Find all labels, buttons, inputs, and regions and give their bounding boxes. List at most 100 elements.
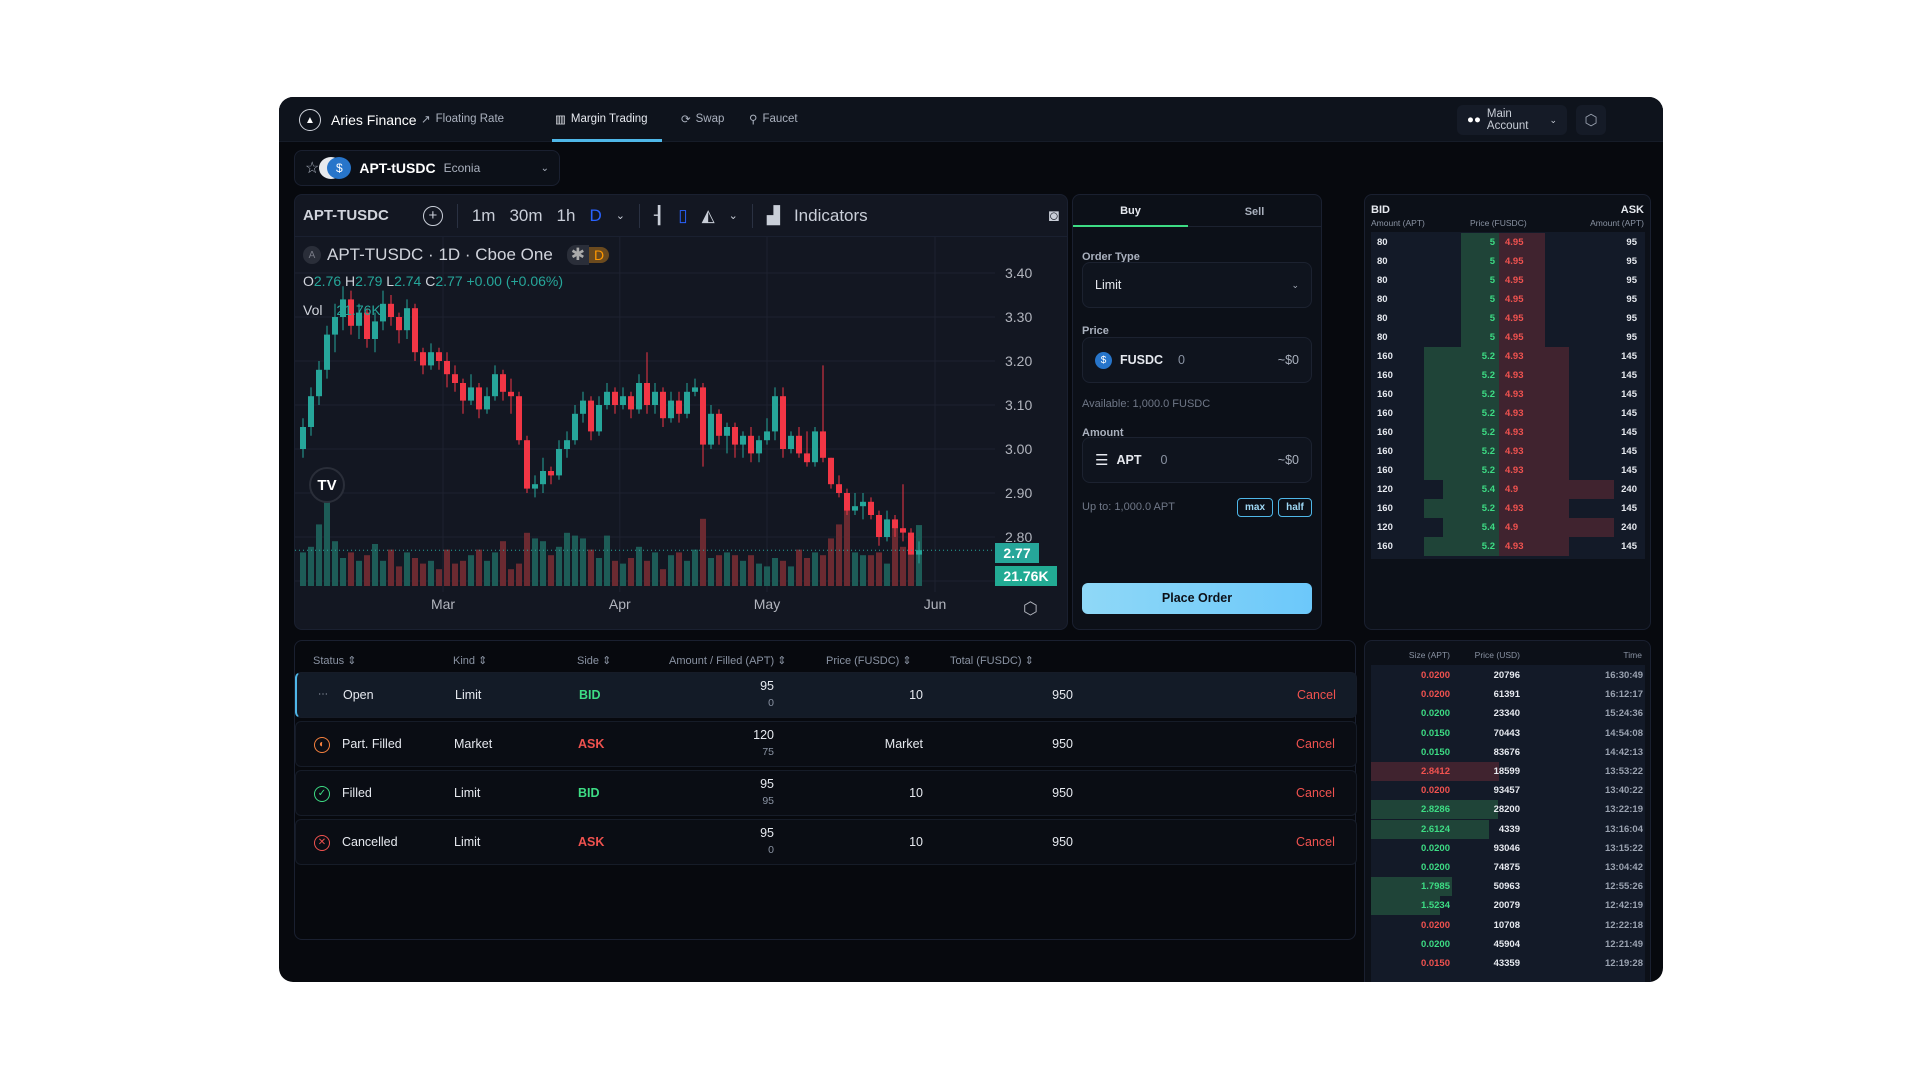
trade-price: 70443: [1493, 727, 1520, 739]
chart-symbol[interactable]: APT-TUSDC: [303, 207, 389, 224]
orderbook-row[interactable]: 80 5 4.95 95: [1371, 233, 1645, 252]
orderbook-row[interactable]: 80 5 4.95 95: [1371, 309, 1645, 328]
add-symbol-icon[interactable]: +: [422, 205, 443, 226]
cancel-button[interactable]: Cancel: [1296, 737, 1335, 751]
orderbook-row[interactable]: 120 5.4 4.9 240: [1371, 480, 1645, 499]
bid-amount: 160: [1377, 351, 1393, 362]
star-icon[interactable]: ☆: [305, 158, 319, 178]
candle-body: [556, 449, 562, 476]
orderbook-row[interactable]: 160 5.2 4.93 145: [1371, 499, 1645, 518]
bid-price: 5: [1489, 294, 1495, 305]
brand[interactable]: ▲ Aries Finance: [299, 109, 417, 131]
volume-bar: [844, 507, 850, 586]
tab-buy[interactable]: Buy: [1073, 195, 1188, 227]
interval-1m[interactable]: 1m: [472, 206, 496, 226]
ask-amount: 145: [1621, 503, 1637, 514]
orderbook-row[interactable]: 120 5.4 4.9 240: [1371, 518, 1645, 537]
nav-faucet[interactable]: ⚲ Faucet: [749, 112, 798, 126]
amount-input[interactable]: ☰ APT 0 ~$0: [1082, 437, 1312, 483]
orderbook-row[interactable]: 160 5.2 4.93 145: [1371, 385, 1645, 404]
order-filled: 75: [762, 746, 774, 758]
tab-sell[interactable]: Sell: [1188, 195, 1321, 227]
place-order-button[interactable]: Place Order: [1082, 583, 1312, 614]
nav-margin-trading[interactable]: ▥ Margin Trading: [555, 112, 648, 126]
interval-30m[interactable]: 30m: [509, 206, 542, 226]
bid-amount: 160: [1377, 541, 1393, 552]
chevron-down-icon[interactable]: ⌄: [729, 209, 738, 222]
snowflake-icon: ✱: [566, 245, 590, 265]
candle-style-icon[interactable]: ▯: [678, 206, 687, 226]
interval-1h[interactable]: 1h: [557, 206, 576, 226]
volume-bar: [348, 552, 354, 586]
volume-bar: [876, 552, 882, 586]
order-row[interactable]: ✓ Filled Limit BID 95 95 10 950 Cancel: [295, 770, 1357, 816]
nav-swap[interactable]: ⟳ Swap: [681, 112, 724, 126]
orderbook-row[interactable]: 160 5.2 4.93 145: [1371, 366, 1645, 385]
orderbook-row[interactable]: 80 5 4.95 95: [1371, 271, 1645, 290]
order-kind: Limit: [455, 688, 482, 702]
tradingview-logo-icon[interactable]: TV: [309, 467, 345, 503]
trade-row: 2.8412 18599 13:53:22: [1371, 762, 1645, 781]
interval-d[interactable]: D: [589, 206, 601, 226]
order-row[interactable]: ✕ Cancelled Limit ASK 95 0 10 950 Cancel: [295, 819, 1357, 865]
volume-bar: [884, 563, 890, 586]
col-label: Amount / Filled (APT): [669, 655, 775, 667]
cancel-button[interactable]: Cancel: [1296, 786, 1335, 800]
chart-settings-icon[interactable]: ⬡: [1023, 599, 1038, 619]
indicators-icon[interactable]: ▟: [767, 206, 780, 226]
cancel-button[interactable]: Cancel: [1296, 835, 1335, 849]
area-style-icon[interactable]: ◭: [702, 206, 715, 226]
col-kind[interactable]: Kind ⇕: [453, 654, 487, 667]
camera-icon[interactable]: ◙: [1049, 206, 1059, 226]
indicators-button[interactable]: Indicators: [794, 206, 1035, 226]
ask-price: 4.93: [1505, 503, 1524, 514]
bar-style-icon[interactable]: ┨: [654, 206, 664, 226]
cancel-button[interactable]: Cancel: [1297, 688, 1336, 702]
ask-price: 4.95: [1505, 256, 1524, 267]
orderbook-row[interactable]: 160 5.2 4.93 145: [1371, 461, 1645, 480]
orderbook-row[interactable]: 160 5.2 4.93 145: [1371, 537, 1645, 556]
account-icon: ●●: [1467, 114, 1481, 126]
price-input[interactable]: $ FUSDC 0 ~$0: [1082, 337, 1312, 383]
candle-body: [668, 400, 674, 419]
max-button[interactable]: max: [1237, 498, 1273, 517]
trade-price: 20079: [1493, 900, 1520, 912]
bid-price: 5: [1489, 275, 1495, 286]
order-row[interactable]: ◐ Part. Filled Market ASK 120 75 Market …: [295, 721, 1357, 767]
price-header: Price (FUSDC): [1470, 218, 1527, 228]
bid-amount: 120: [1377, 484, 1393, 495]
o-label: O: [303, 273, 314, 289]
orderbook-row[interactable]: 160 5.2 4.93 145: [1371, 404, 1645, 423]
price-chart[interactable]: 3.403.303.203.103.002.902.802.70MarAprMa…: [295, 237, 1069, 631]
col-side[interactable]: Side ⇕: [577, 654, 611, 667]
nav-floating-rate[interactable]: ↗ Floating Rate: [421, 112, 504, 126]
orderbook-row[interactable]: 80 5 4.95 95: [1371, 328, 1645, 347]
order-type-select[interactable]: Limit ⌄: [1082, 262, 1312, 308]
order-row[interactable]: ⋯ Open Limit BID 95 0 10 950 Cancel: [295, 672, 1357, 718]
candle-body: [612, 391, 618, 405]
candle-body: [684, 391, 690, 414]
volume-bar: [364, 555, 370, 586]
trade-row: 1.5234 20079 12:42:19: [1371, 896, 1645, 916]
candle-body: [620, 396, 626, 405]
orderbook-row[interactable]: 160 5.2 4.93 145: [1371, 423, 1645, 442]
col-total[interactable]: Total (FUSDC) ⇕: [950, 654, 1034, 667]
orderbook-row[interactable]: 160 5.2 4.93 145: [1371, 347, 1645, 366]
orderbook-row[interactable]: 80 5 4.95 95: [1371, 252, 1645, 271]
bid-amount: 80: [1377, 332, 1388, 343]
order-total: 950: [1052, 786, 1073, 800]
account-selector[interactable]: ●● Main Account ⌄: [1457, 105, 1567, 135]
market-venue: Econia: [443, 161, 481, 175]
market-selector[interactable]: ☆ $ APT-tUSDC Econia ⌄: [294, 150, 560, 186]
orderbook-row[interactable]: 160 5.2 4.93 145: [1371, 442, 1645, 461]
dots-icon: ⋯: [318, 689, 328, 700]
half-button[interactable]: half: [1278, 498, 1312, 517]
chevron-down-icon[interactable]: ⌄: [616, 209, 625, 222]
col-amount[interactable]: Amount / Filled (APT) ⇕: [669, 654, 786, 667]
col-status[interactable]: Status ⇕: [313, 654, 356, 667]
settings-button[interactable]: ⬡: [1576, 105, 1606, 135]
orderbook-row[interactable]: 80 5 4.95 95: [1371, 290, 1645, 309]
col-price[interactable]: Price (FUSDC) ⇕: [826, 654, 912, 667]
legend-title: APT-TUSDC · 1D · Cboe One: [327, 245, 553, 264]
volume-bar: [524, 532, 530, 586]
